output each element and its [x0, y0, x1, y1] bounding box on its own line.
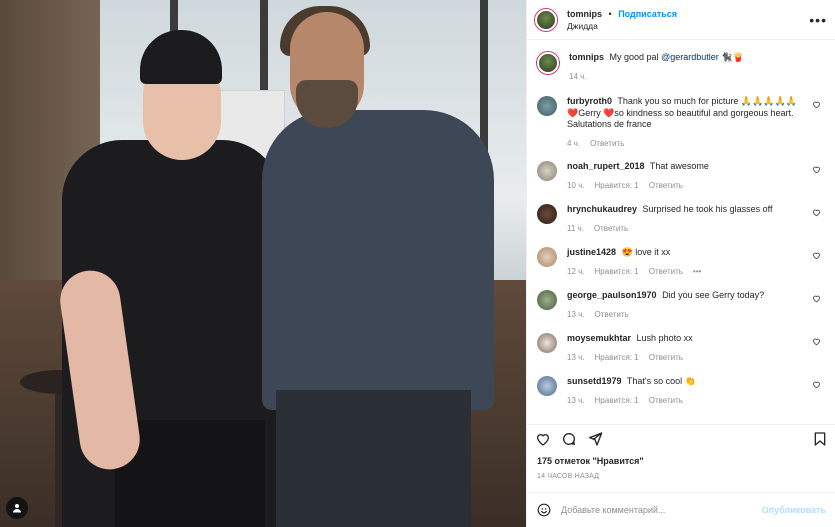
comment-text: Did you see Gerry today? — [662, 290, 765, 300]
comment-likes[interactable]: Нравится: 1 — [595, 181, 639, 190]
avatar[interactable] — [537, 204, 557, 224]
reply-button[interactable]: Ответить — [595, 310, 629, 319]
comment-input[interactable] — [561, 505, 761, 515]
tagged-users-button[interactable] — [6, 497, 28, 519]
post-photo[interactable] — [0, 0, 526, 527]
comment-row: justine1428 😍 love it xx 12 ч. Нравится: … — [537, 247, 825, 277]
comment-time: 11 ч. — [567, 223, 584, 233]
caption-time: 14 ч. — [569, 71, 587, 81]
reply-button[interactable]: Ответить — [590, 139, 624, 148]
post-header: tomnips • Подписаться Джидда ••• — [527, 0, 835, 40]
comment-row: george_paulson1970 Did you see Gerry tod… — [537, 290, 825, 320]
header-username[interactable]: tomnips — [567, 9, 602, 19]
like-heart-icon[interactable] — [812, 337, 821, 346]
comment-username[interactable]: hrynchukaudrey — [567, 204, 637, 214]
user-icon — [13, 504, 21, 513]
comment-time: 13 ч. — [567, 395, 585, 405]
avatar[interactable] — [537, 52, 559, 74]
comment-likes[interactable]: Нравится: 1 — [595, 353, 639, 362]
more-horizontal-icon[interactable]: ••• — [809, 12, 827, 28]
avatar[interactable] — [537, 247, 557, 267]
like-heart-icon[interactable] — [812, 380, 821, 389]
header-separator: • — [608, 8, 612, 19]
comment-row: moysemukhtar Lush photo xx 13 ч. Нравится… — [537, 333, 825, 363]
avatar[interactable] — [537, 161, 557, 181]
like-heart-icon[interactable] — [812, 294, 821, 303]
emoji-smile-icon[interactable] — [537, 503, 551, 517]
photo-person-right-body — [262, 110, 494, 410]
location-link[interactable]: Джидда — [567, 20, 677, 32]
like-heart-icon[interactable] — [812, 100, 821, 109]
comment-row: hrynchukaudrey Surprised he took his gla… — [537, 204, 825, 234]
comment-time: 10 ч. — [567, 180, 585, 190]
comment-likes[interactable]: Нравится: 1 — [595, 267, 639, 276]
share-icon[interactable] — [587, 431, 603, 447]
avatar[interactable] — [537, 376, 557, 396]
comment-time: 12 ч. — [567, 266, 585, 276]
comment-composer: Опубликовать — [527, 492, 835, 527]
reply-button[interactable]: Ответить — [649, 353, 683, 362]
comment-icon[interactable] — [561, 431, 577, 447]
comment-likes[interactable]: Нравится: 1 — [595, 396, 639, 405]
comment-time: 13 ч. — [567, 352, 585, 362]
comment-row: noah_rupert_2018 That awesome 10 ч. Нрави… — [537, 161, 825, 191]
photo-person-right-legs — [276, 390, 471, 527]
likes-count[interactable]: 175 отметок "Нравится" — [537, 456, 644, 466]
more-horizontal-icon[interactable]: ••• — [693, 267, 701, 276]
comment-time: 4 ч. — [567, 138, 581, 148]
comment-username[interactable]: noah_rupert_2018 — [567, 161, 645, 171]
avatar[interactable] — [537, 333, 557, 353]
reply-button[interactable]: Ответить — [649, 181, 683, 190]
like-heart-icon[interactable] — [812, 251, 821, 260]
like-heart-icon[interactable] — [812, 208, 821, 217]
caption-row: tomnips My good pal @gerardbutler 🐈‍⬛🍟 1… — [537, 52, 825, 82]
comment-row: furbyroth0 Thank you so much for picture… — [537, 96, 825, 149]
comment-time: 13 ч. — [567, 309, 585, 319]
post-timestamp: 14 ЧАСОВ НАЗАД — [537, 473, 600, 480]
avatar[interactable] — [535, 8, 557, 31]
comment-username[interactable]: george_paulson1970 — [567, 290, 657, 300]
emoji-cat-icon: 🐈‍⬛🍟 — [721, 52, 744, 62]
caption-username[interactable]: tomnips — [569, 52, 604, 62]
like-heart-icon[interactable] — [812, 165, 821, 174]
comment-text: Lush photo xx — [636, 333, 693, 343]
comments-list[interactable]: tomnips My good pal @gerardbutler 🐈‍⬛🍟 1… — [527, 40, 835, 424]
post-side-panel: tomnips • Подписаться Джидда ••• tomnips… — [526, 0, 835, 527]
publish-button[interactable]: Опубликовать — [762, 505, 826, 515]
post-actions — [527, 424, 835, 452]
avatar[interactable] — [537, 290, 557, 310]
follow-button[interactable]: Подписаться — [618, 9, 677, 19]
comment-text: 😍 love it xx — [621, 247, 671, 257]
caption-mention[interactable]: @gerardbutler — [661, 52, 719, 62]
comment-username[interactable]: sunsetd1979 — [567, 376, 622, 386]
comment-row: sunsetd1979 That's so cool 👏 13 ч. Нравит… — [537, 376, 825, 406]
comment-username[interactable]: furbyroth0 — [567, 96, 612, 106]
caption-text: My good pal — [609, 52, 659, 62]
reply-button[interactable]: Ответить — [649, 396, 683, 405]
reply-button[interactable]: Ответить — [649, 267, 683, 276]
comment-text: Surprised he took his glasses off — [642, 204, 773, 214]
like-heart-icon[interactable] — [535, 431, 551, 447]
avatar[interactable] — [537, 96, 557, 116]
bookmark-icon[interactable] — [812, 431, 828, 447]
comment-username[interactable]: moysemukhtar — [567, 333, 631, 343]
reply-button[interactable]: Ответить — [594, 224, 628, 233]
comment-username[interactable]: justine1428 — [567, 247, 616, 257]
comment-text: That's so cool 👏 — [626, 376, 696, 386]
comment-text: That awesome — [649, 161, 709, 171]
